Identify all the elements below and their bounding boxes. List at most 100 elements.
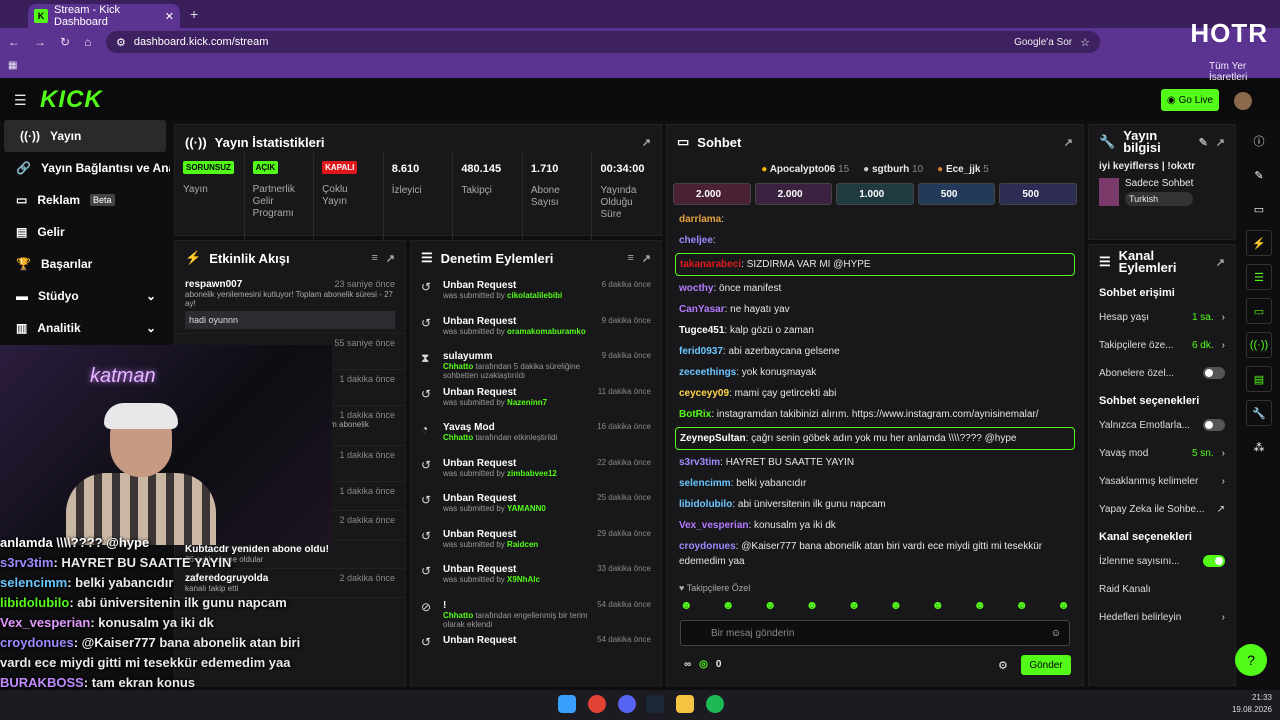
chat-username[interactable]: selencimm: [679, 478, 731, 489]
raid-row[interactable]: Raid Kanalı: [1089, 575, 1235, 603]
top-gifter[interactable]: ● sgtburh 10: [863, 164, 923, 175]
chat-username[interactable]: BotRix: [679, 409, 711, 420]
chat-username[interactable]: darrlama: [679, 214, 721, 225]
menu-icon[interactable]: ☰: [14, 92, 27, 109]
emote-icon[interactable]: ☻: [973, 598, 986, 612]
ai-chat-row[interactable]: Yapay Zeka ile Sohbe... ↗: [1089, 495, 1235, 523]
mod-action-user[interactable]: oramakomaburamko: [507, 327, 586, 336]
mod-action-user[interactable]: Nazeninn7: [507, 398, 547, 407]
edit-icon[interactable]: ✎: [1199, 136, 1208, 149]
popout-icon[interactable]: ↗: [1216, 256, 1225, 269]
emote-icon[interactable]: ☻: [764, 598, 777, 612]
emote-icon[interactable]: ☻: [680, 598, 693, 612]
gift-card[interactable]: 500: [999, 183, 1077, 205]
mod-action-user[interactable]: Chhatto: [443, 611, 473, 620]
folder-icon[interactable]: [676, 695, 694, 713]
mod-action-user[interactable]: Chhatto: [443, 362, 473, 371]
mod-action-user[interactable]: X9NhAlc: [507, 575, 540, 584]
bookmark-star-icon[interactable]: ☆: [1080, 36, 1090, 49]
chat-username[interactable]: zeceethings: [679, 367, 736, 378]
emote-icon[interactable]: ☻: [1057, 598, 1070, 612]
spotify-icon[interactable]: [706, 695, 724, 713]
sidebar-item-revenue[interactable]: ▤ Gelir: [0, 216, 170, 248]
mod-action-user[interactable]: Raidcen: [507, 540, 538, 549]
url-field[interactable]: ⚙ dashboard.kick.com/stream Google'a Sor…: [106, 31, 1100, 53]
mod-action-user[interactable]: Chhatto: [443, 433, 473, 442]
browser-tab[interactable]: K Stream - Kick Dashboard ✕: [28, 4, 180, 28]
popout-icon[interactable]: ↗: [642, 252, 651, 265]
info-icon[interactable]: ⓘ: [1246, 128, 1272, 154]
kick-logo[interactable]: KICK: [40, 86, 103, 114]
help-button[interactable]: ?: [1235, 644, 1267, 676]
chat-username[interactable]: ferid0937: [679, 346, 723, 357]
popout-icon[interactable]: ↗: [642, 136, 651, 149]
chat-username[interactable]: takanarabeci: [680, 259, 741, 270]
category-name[interactable]: Sadece Sohbet: [1125, 178, 1193, 189]
sidebar-item-achievements[interactable]: 🏆 Başarılar: [0, 248, 170, 280]
home-icon[interactable]: ⌂: [84, 35, 91, 49]
chat-username[interactable]: wocthy: [679, 283, 713, 294]
avatar[interactable]: [1234, 92, 1252, 110]
new-tab-icon[interactable]: +: [190, 6, 198, 22]
filter-icon[interactable]: ≡: [627, 252, 633, 264]
emote-icon[interactable]: ☻: [890, 598, 903, 612]
sidebar-item-ads[interactable]: ▭ Reklam Beta: [0, 184, 170, 216]
gift-card[interactable]: 2.000: [754, 183, 833, 205]
popout-icon[interactable]: ↗: [386, 252, 395, 265]
settings-icon[interactable]: ⚙: [998, 659, 1008, 672]
emote-icon[interactable]: ☻: [806, 598, 819, 612]
sidebar-item-stream-key[interactable]: 🔗 Yayın Bağlantısı ve Anahtarı: [0, 152, 170, 184]
popout-icon[interactable]: ↗: [1216, 136, 1225, 149]
popout-icon[interactable]: ↗: [1064, 136, 1073, 149]
sidebar-item-studio[interactable]: ▬ Stüdyo ⌄: [0, 280, 170, 312]
gift-card[interactable]: 2.000: [673, 183, 751, 205]
emotes-only-toggle[interactable]: [1203, 419, 1225, 431]
chat-username[interactable]: ZeynepSultan: [680, 433, 746, 444]
chat-username[interactable]: cheljee: [679, 235, 713, 246]
go-live-button[interactable]: ◉ Go Live: [1161, 89, 1219, 111]
chat-username[interactable]: ceyceyy09: [679, 388, 729, 399]
chat-username[interactable]: CanYasar: [679, 304, 725, 315]
wrench-icon[interactable]: 🔧: [1246, 400, 1272, 426]
banned-words-row[interactable]: Yasaklanmış kelimeler ›: [1089, 467, 1235, 495]
slow-mode-row[interactable]: Yavaş mod 5 sn. ›: [1089, 439, 1235, 467]
google-ask-button[interactable]: Google'a Sor: [1014, 37, 1072, 48]
broadcast-icon[interactable]: ((·)): [1246, 332, 1272, 358]
sidebar-item-analytics[interactable]: ▥ Analitik ⌄: [0, 312, 170, 344]
share-icon[interactable]: ⁂: [1246, 434, 1272, 460]
emoji-icon[interactable]: ☺: [1051, 628, 1061, 639]
view-count-toggle[interactable]: [1203, 555, 1225, 567]
followers-only-row[interactable]: Takipçilere öze... 6 dk. ›: [1089, 331, 1235, 359]
mod-action-user[interactable]: cikolatalilebibi: [507, 291, 562, 300]
chat-username[interactable]: Tugce451: [679, 325, 724, 336]
goals-row[interactable]: Hedefleri belirleyin ›: [1089, 603, 1235, 631]
emote-icon[interactable]: ☻: [1015, 598, 1028, 612]
account-age-row[interactable]: Hesap yaşı 1 sa. ›: [1089, 303, 1235, 331]
send-button[interactable]: Gönder: [1021, 655, 1071, 675]
gift-card[interactable]: 1.000: [836, 183, 914, 205]
top-gifter[interactable]: ● Ece_jjk 5: [937, 164, 989, 175]
discord-icon[interactable]: [618, 695, 636, 713]
actions-icon[interactable]: ▤: [1246, 366, 1272, 392]
emote-icon[interactable]: ☻: [848, 598, 861, 612]
forward-icon[interactable]: →: [34, 35, 46, 49]
chrome-icon[interactable]: [588, 695, 606, 713]
list-icon[interactable]: ☰: [1246, 264, 1272, 290]
site-info-icon[interactable]: ⚙: [116, 36, 126, 49]
emote-icon[interactable]: ☻: [722, 598, 735, 612]
gift-card[interactable]: 500: [917, 183, 996, 205]
top-gifter[interactable]: ● Apocalypto06 15: [761, 164, 849, 175]
reload-icon[interactable]: ↻: [60, 35, 70, 49]
chat-username[interactable]: Vex_vesperian: [679, 520, 749, 531]
mod-action-user[interactable]: YAMANN0: [507, 504, 546, 513]
infinity-icon[interactable]: ∞: [684, 659, 691, 670]
apps-grid-icon[interactable]: ▦: [8, 60, 17, 71]
chat-username[interactable]: s3rv3tim: [679, 457, 720, 468]
filter-icon[interactable]: ≡: [371, 252, 377, 264]
close-tab-icon[interactable]: ✕: [165, 10, 174, 23]
chat-username[interactable]: libidolubilo: [679, 499, 732, 510]
edit-icon[interactable]: ✎: [1246, 162, 1272, 188]
system-tray-clock[interactable]: 21:33 19.08.2026: [1232, 692, 1272, 716]
chat-input[interactable]: Bir mesaj gönderin ☺: [680, 620, 1070, 646]
chat-icon[interactable]: ▭: [1246, 298, 1272, 324]
